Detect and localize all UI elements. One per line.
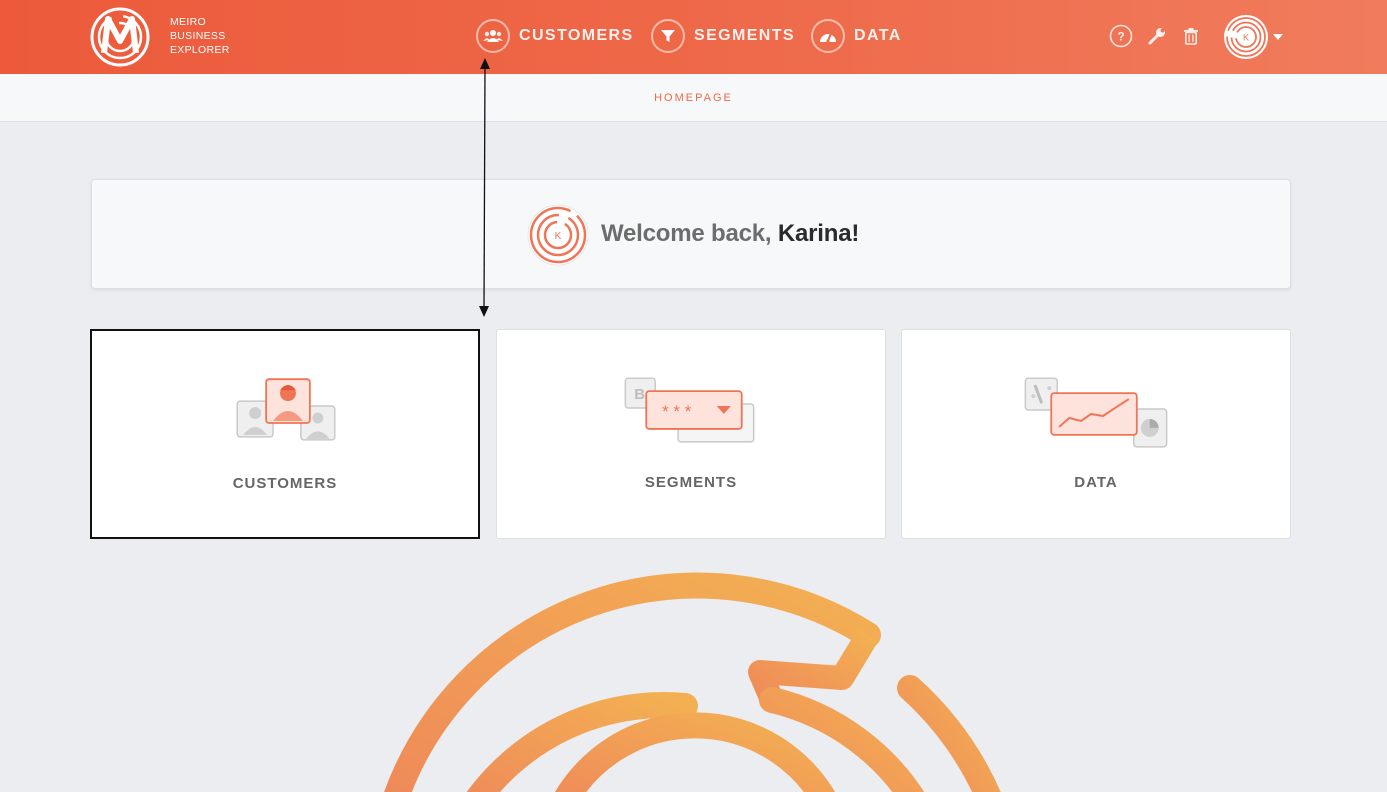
svg-text:?: ? xyxy=(1117,30,1124,44)
nav-customers[interactable]: CUSTOMERS xyxy=(476,18,634,54)
meiro-background-logo-icon xyxy=(384,572,1001,792)
segments-card[interactable]: B * * * SEGMENTS xyxy=(496,329,886,539)
meiro-logo-icon[interactable] xyxy=(90,7,150,67)
user-avatar[interactable]: K xyxy=(1224,15,1268,59)
breadcrumb-bar: HOMEPAGE xyxy=(0,74,1387,122)
help-icon[interactable]: ? xyxy=(1109,24,1133,48)
breadcrumb: HOMEPAGE xyxy=(654,92,733,104)
customers-icon xyxy=(476,19,510,53)
brand-line-1: MEIRO xyxy=(170,16,206,28)
top-navigation-bar: MEIRO BUSINESS EXPLORER CUSTOMERS SEGMEN… xyxy=(0,0,1387,74)
nav-segments[interactable]: SEGMENTS xyxy=(651,18,795,54)
brand-line-3: EXPLORER xyxy=(170,44,230,56)
welcome-user-name: Karina xyxy=(777,220,852,247)
funnel-icon xyxy=(651,19,685,53)
nav-segments-label: SEGMENTS xyxy=(694,27,795,44)
customers-card[interactable]: CUSTOMERS xyxy=(90,329,480,539)
welcome-prefix: Welcome back, xyxy=(601,220,778,247)
dashboard-gauge-icon xyxy=(811,19,845,53)
trash-icon[interactable] xyxy=(1179,24,1203,48)
welcome-avatar-initial: K xyxy=(555,231,562,242)
user-menu-chevron-down-icon[interactable] xyxy=(1273,34,1283,40)
user-avatar-initial: K xyxy=(1243,33,1249,43)
customers-illustration-icon xyxy=(236,378,336,441)
welcome-message: Welcome back, Karina! xyxy=(601,220,859,248)
annotation-arrow xyxy=(479,58,490,317)
brand-line-2: BUSINESS xyxy=(170,30,226,42)
data-card[interactable]: DATA xyxy=(901,329,1291,539)
welcome-suffix: ! xyxy=(851,220,860,247)
nav-data[interactable]: DATA xyxy=(811,18,902,54)
segments-card-label: SEGMENTS xyxy=(644,474,738,491)
welcome-avatar: K xyxy=(527,204,589,266)
data-card-label: DATA xyxy=(1074,474,1118,491)
customers-card-label: CUSTOMERS xyxy=(232,475,338,492)
wrench-icon[interactable] xyxy=(1145,24,1169,48)
brand-name: MEIRO BUSINESS EXPLORER xyxy=(170,15,230,57)
segments-illustration-icon: B * * * xyxy=(624,377,755,443)
welcome-panel: K Welcome back, Karina! xyxy=(91,179,1291,289)
nav-data-label: DATA xyxy=(854,27,902,44)
nav-customers-label: CUSTOMERS xyxy=(519,27,634,44)
segments-illustration-letter: B xyxy=(634,386,645,403)
segments-illustration-mask: * * * xyxy=(662,402,692,421)
data-illustration-icon xyxy=(1024,377,1168,448)
